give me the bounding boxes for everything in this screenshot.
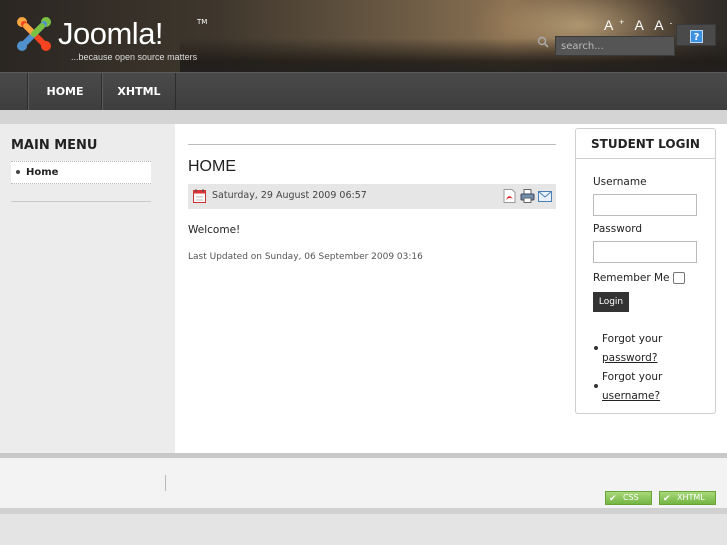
content-top-band: [0, 110, 727, 124]
password-field[interactable]: [593, 241, 697, 263]
forgot-password-link[interactable]: password?: [602, 352, 657, 364]
font-smaller-label: A: [654, 17, 664, 33]
font-reset-button[interactable]: A: [634, 17, 643, 33]
font-larger-label: A: [604, 17, 614, 33]
site-footer: ✔ CSS ✔ XHTML: [0, 458, 727, 508]
help-icon: ?: [690, 30, 703, 43]
main-menu-title: MAIN MENU: [11, 138, 98, 153]
logo-slogan: ...because open source matters: [71, 52, 198, 62]
sidebar-divider: [11, 201, 151, 202]
badge-css-label: CSS: [623, 493, 639, 502]
logo-wordmark: Joomla!: [58, 16, 164, 51]
username-field[interactable]: [593, 194, 697, 216]
font-size-tools: A + A A-: [604, 17, 678, 35]
bullet-icon: [16, 170, 20, 174]
username-label: Username: [593, 176, 647, 188]
bullet-icon: [594, 384, 598, 388]
joomla-logo[interactable]: Joomla! TM ...because open source matter…: [14, 12, 214, 64]
valid-xhtml-badge[interactable]: ✔ XHTML: [659, 491, 716, 505]
remember-me-checkbox[interactable]: [673, 272, 685, 284]
email-icon[interactable]: [538, 191, 552, 202]
bullet-icon: [594, 346, 598, 350]
font-larger-sup: +: [619, 17, 625, 27]
main-menu-list: Home: [11, 161, 151, 184]
menu-item-label: Home: [26, 167, 59, 178]
font-smaller-sup: -: [669, 18, 673, 28]
calendar-icon: [193, 189, 206, 203]
search-input[interactable]: [555, 36, 675, 56]
nav-item-home[interactable]: HOME: [28, 73, 102, 110]
forgot-password-prefix: Forgot your: [602, 333, 663, 345]
badge-xhtml-label: XHTML: [677, 493, 705, 502]
article-date: Saturday, 29 August 2009 06:57: [212, 190, 367, 201]
article-info-bar: Saturday, 29 August 2009 06:57: [188, 184, 556, 209]
check-icon: ✔: [663, 494, 671, 504]
print-icon[interactable]: [520, 189, 535, 203]
nav-spacer: [0, 73, 28, 110]
login-title: STUDENT LOGIN: [576, 129, 715, 159]
content-divider: [188, 144, 556, 145]
font-larger-button[interactable]: A +: [604, 17, 624, 33]
main-navigation: HOME XHTML: [0, 72, 727, 110]
student-login-panel: STUDENT LOGIN Username Password Remember…: [575, 128, 716, 414]
check-icon: ✔: [609, 494, 617, 504]
article-body: Welcome!: [188, 224, 241, 236]
password-label: Password: [593, 223, 643, 235]
joomla-logo-icon: [17, 17, 51, 51]
footer-divider: [165, 475, 166, 491]
article-last-updated: Last Updated on Sunday, 06 September 200…: [188, 252, 423, 262]
forgot-username-link[interactable]: username?: [602, 390, 660, 402]
forgot-password-item: Forgot your password?: [594, 330, 712, 368]
font-smaller-button[interactable]: A-: [654, 17, 672, 33]
remember-me-label: Remember Me: [593, 272, 670, 284]
pdf-icon[interactable]: [503, 189, 516, 203]
help-button[interactable]: ?: [676, 24, 716, 46]
valid-css-badge[interactable]: ✔ CSS: [605, 491, 652, 505]
search-icon: [537, 36, 549, 48]
footer-bottom-band: [0, 508, 727, 545]
login-button[interactable]: Login: [593, 292, 629, 312]
nav-item-xhtml[interactable]: XHTML: [102, 73, 176, 110]
site-header: Joomla! TM ...because open source matter…: [0, 0, 727, 72]
forgot-username-item: Forgot your username?: [594, 368, 712, 406]
page-title: HOME: [188, 158, 236, 175]
menu-item-home[interactable]: Home: [11, 162, 151, 183]
forgot-username-prefix: Forgot your: [602, 371, 663, 383]
logo-trademark: TM: [197, 18, 208, 26]
